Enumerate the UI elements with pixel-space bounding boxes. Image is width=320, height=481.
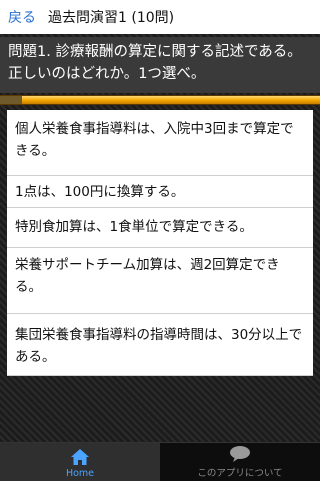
bottom-tab-bar: Home このアプリについて	[0, 442, 320, 481]
choice-list: 個人栄養食事指導料は、入院中3回まで算定できる。 1点は、100円に換算する。 …	[7, 110, 313, 376]
tab-about[interactable]: このアプリについて	[160, 443, 320, 481]
choice-item-1[interactable]: 個人栄養食事指導料は、入院中3回まで算定できる。	[7, 110, 313, 176]
home-icon	[71, 449, 89, 465]
choice-item-4[interactable]: 栄養サポートチーム加算は、週2回算定できる。	[7, 248, 313, 314]
page-title: 過去問演習1 (10問)	[48, 10, 175, 26]
question-text: 問題1. 診療報酬の算定に関する記述である。正しいのはどれか。1つ選べ。	[0, 37, 320, 93]
progress-bar-remaining	[0, 96, 23, 104]
progress-bar	[0, 95, 320, 105]
header-bar: 戻る 過去問演習1 (10問)	[0, 0, 320, 34]
speech-bubble-icon	[230, 446, 250, 462]
tab-home-label: Home	[65, 468, 95, 479]
back-button[interactable]: 戻る	[8, 7, 36, 27]
choice-item-2[interactable]: 1点は、100円に換算する。	[7, 176, 313, 208]
tab-home[interactable]: Home	[0, 443, 160, 481]
choice-item-3[interactable]: 特別食加算は、1食単位で算定できる。	[7, 208, 313, 248]
app-screen: 戻る 過去問演習1 (10問) 問題1. 診療報酬の算定に関する記述である。正し…	[0, 0, 320, 481]
tab-about-label: このアプリについて	[197, 468, 283, 479]
choice-item-5[interactable]: 集団栄養食事指導料の指導時間は、30分以上である。	[7, 314, 313, 376]
